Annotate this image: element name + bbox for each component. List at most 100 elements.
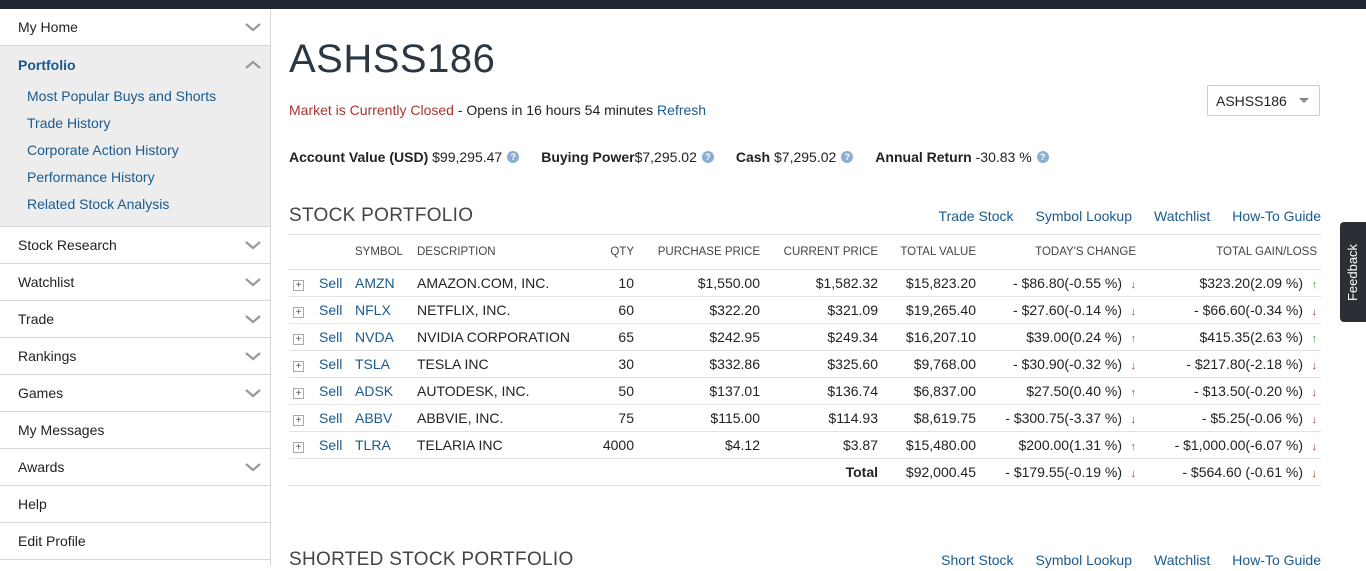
- sidebar-item-help[interactable]: Help: [0, 486, 270, 523]
- todays-change-cell: - $86.80(-0.55 %) ↓: [980, 269, 1140, 297]
- expand-plus-icon[interactable]: +: [293, 388, 304, 399]
- market-status: Market is Currently Closed - Opens in 16…: [289, 102, 706, 118]
- help-icon[interactable]: ?: [507, 151, 520, 163]
- symbol-link[interactable]: NVDA: [355, 329, 394, 345]
- help-icon[interactable]: ?: [701, 151, 714, 163]
- trade-stock-link[interactable]: Trade Stock: [939, 208, 1014, 224]
- total-gain-cell-value: - $564.60 (-0.61 %): [1182, 464, 1303, 480]
- empty-cell: [315, 458, 351, 486]
- expand-plus-icon[interactable]: +: [293, 361, 304, 372]
- sidebar-item-label: Awards: [18, 459, 65, 475]
- purchase-price-cell: $115.00: [638, 404, 764, 432]
- expand-plus-icon[interactable]: +: [293, 280, 304, 291]
- sidebar-item-games[interactable]: Games: [0, 375, 270, 412]
- sidebar-item-edit-profile[interactable]: Edit Profile: [0, 523, 270, 560]
- annual-return-stat: Annual Return -30.83 % ?: [875, 149, 1049, 165]
- purchase-price-cell: $4.12: [638, 431, 764, 459]
- total-gain-cell: - $13.50(-0.20 %) ↓: [1140, 377, 1321, 405]
- arrow-down-icon: ↓: [1130, 306, 1137, 318]
- sidebar-item-label: Rankings: [18, 348, 77, 364]
- sell-cell: Sell: [315, 350, 351, 378]
- sidebar-item-label: Stock Research: [18, 237, 117, 253]
- chevron-up-icon[interactable]: [244, 59, 262, 71]
- chevron-down-icon[interactable]: [244, 387, 262, 399]
- sell-button[interactable]: Sell: [319, 383, 342, 399]
- expand-plus-icon[interactable]: +: [293, 307, 304, 318]
- symbol-link[interactable]: TSLA: [355, 356, 390, 372]
- symbol-cell: ADSK: [351, 377, 413, 405]
- expand-plus-icon[interactable]: +: [293, 442, 304, 453]
- sidebar-item-awards[interactable]: Awards: [0, 449, 270, 486]
- sell-button[interactable]: Sell: [319, 329, 342, 345]
- chevron-down-icon[interactable]: [244, 21, 262, 33]
- symbol-link[interactable]: ADSK: [355, 383, 393, 399]
- sidebar-item-my-home[interactable]: My Home: [0, 9, 270, 46]
- watchlist-link[interactable]: Watchlist: [1154, 208, 1210, 224]
- sell-button[interactable]: Sell: [319, 356, 342, 372]
- arrow-down-icon: ↓: [1311, 441, 1318, 453]
- sell-button[interactable]: Sell: [319, 302, 342, 318]
- sidebar-subitem-corporate-action-history[interactable]: Corporate Action History: [0, 137, 270, 164]
- chevron-down-icon[interactable]: [244, 461, 262, 473]
- table-row: + Sell TLRA TELARIA INC 4000 $4.12 $3.87 $15,48…: [289, 431, 1321, 459]
- description-cell: AMAZON.COM, INC.: [413, 269, 583, 297]
- arrow-down-icon: ↓: [1130, 468, 1137, 480]
- sidebar-item-trade[interactable]: Trade: [0, 301, 270, 338]
- sell-button[interactable]: Sell: [319, 437, 342, 453]
- current-price-cell: $249.34: [764, 323, 882, 351]
- symbol-link[interactable]: TLRA: [355, 437, 391, 453]
- total-value-cell: $6,837.00: [882, 377, 980, 405]
- description-cell: TELARIA INC: [413, 431, 583, 459]
- sidebar-item-portfolio[interactable]: Portfolio: [0, 46, 270, 83]
- sidebar-subitem-most-popular-buys-and-shorts[interactable]: Most Popular Buys and Shorts: [0, 83, 270, 110]
- total-gain-cell-value: - $66.60(-0.34 %): [1194, 302, 1303, 318]
- sidebar-subitem-performance-history[interactable]: Performance History: [0, 164, 270, 191]
- todays-change-cell-value: - $30.90(-0.32 %): [1013, 356, 1122, 372]
- total-value-cell: $16,207.10: [882, 323, 980, 351]
- sidebar-item-label: Games: [18, 385, 64, 401]
- expand-plus-icon[interactable]: +: [293, 415, 304, 426]
- total-gain-cell: $415.35(2.63 %) ↑: [1140, 323, 1321, 351]
- qty-cell: 75: [583, 404, 638, 432]
- expand-plus-icon[interactable]: +: [293, 334, 304, 345]
- qty-cell: 65: [583, 323, 638, 351]
- account-select[interactable]: ASHSS186: [1207, 85, 1320, 116]
- expand-cell: +: [289, 323, 315, 351]
- arrow-up-icon: ↑: [1311, 279, 1318, 291]
- account-value-label: Account Value (USD): [289, 149, 429, 165]
- sidebar-item-my-messages[interactable]: My Messages: [0, 412, 270, 449]
- help-icon[interactable]: ?: [841, 151, 854, 163]
- table-header-row: SYMBOL DESCRIPTION QTY PURCHASE PRICE CU…: [289, 234, 1321, 270]
- chevron-down-icon[interactable]: [244, 313, 262, 325]
- sell-button[interactable]: Sell: [319, 410, 342, 426]
- sell-cell: Sell: [315, 323, 351, 351]
- expand-cell: +: [289, 404, 315, 432]
- how-to-guide-link[interactable]: How-To Guide: [1232, 208, 1321, 224]
- sidebar-subitem-trade-history[interactable]: Trade History: [0, 110, 270, 137]
- sell-button[interactable]: Sell: [319, 275, 342, 291]
- column-header: TOTAL VALUE: [882, 234, 980, 270]
- sidebar-item-watchlist[interactable]: Watchlist: [0, 264, 270, 301]
- chevron-down-icon[interactable]: [244, 239, 262, 251]
- symbol-link[interactable]: AMZN: [355, 275, 395, 291]
- symbol-link[interactable]: ABBV: [355, 410, 392, 426]
- purchase-price-cell: $322.20: [638, 296, 764, 324]
- symbol-link[interactable]: NFLX: [355, 302, 391, 318]
- sidebar-item-rankings[interactable]: Rankings: [0, 338, 270, 375]
- sidebar-subitem-related-stock-analysis[interactable]: Related Stock Analysis: [0, 191, 270, 218]
- buying-power-value: $7,295.02: [634, 149, 697, 165]
- help-icon[interactable]: ?: [1036, 151, 1049, 163]
- expand-cell: +: [289, 269, 315, 297]
- symbol-lookup-link[interactable]: Symbol Lookup: [1036, 208, 1133, 224]
- cash-label: Cash: [735, 149, 771, 165]
- feedback-tab[interactable]: Feedback: [1340, 222, 1366, 322]
- stock-portfolio-header: STOCK PORTFOLIO Trade Stock Symbol Lookup…: [289, 205, 1321, 227]
- account-select-value: ASHSS186: [1216, 92, 1287, 109]
- sell-cell: Sell: [315, 269, 351, 297]
- chevron-down-icon[interactable]: [244, 276, 262, 288]
- refresh-link[interactable]: Refresh: [657, 102, 706, 118]
- description-cell: NVIDIA CORPORATION: [413, 323, 583, 351]
- chevron-down-icon[interactable]: [244, 350, 262, 362]
- sidebar-item-stock-research[interactable]: Stock Research: [0, 227, 270, 264]
- feedback-label: Feedback: [1345, 243, 1361, 301]
